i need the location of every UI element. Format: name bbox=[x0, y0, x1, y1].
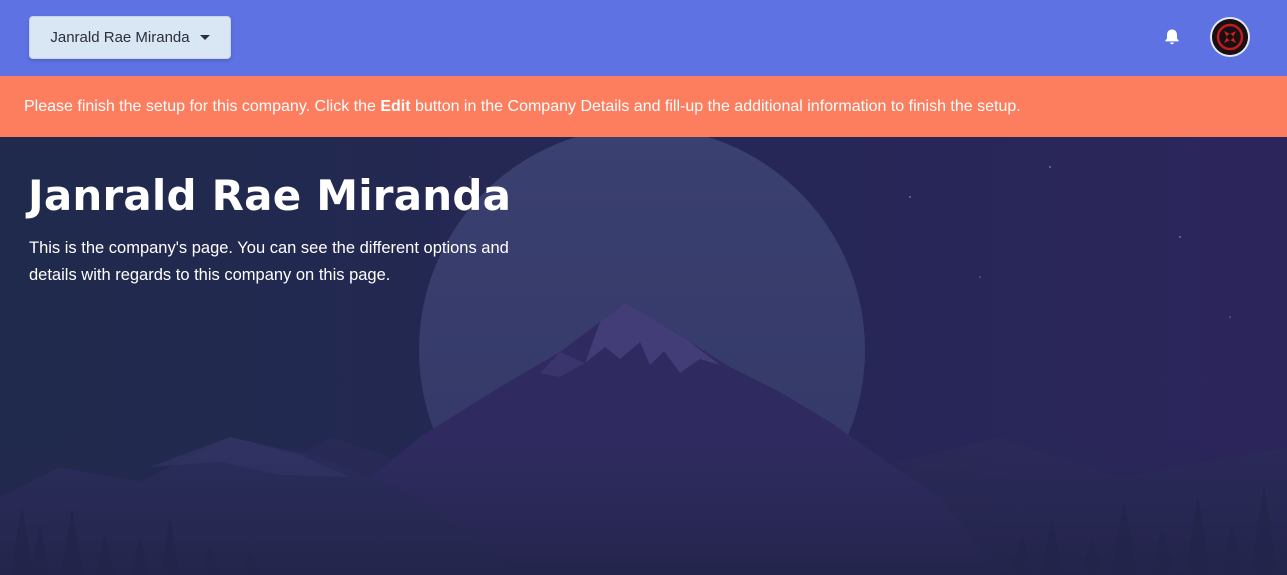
company-page: Janrald Rae Miranda Please finish the se… bbox=[0, 0, 1287, 575]
page-title: Janrald Rae Miranda bbox=[28, 171, 512, 220]
alert-text-before: Please finish the setup for this company… bbox=[24, 97, 376, 115]
page-description: This is the company's page. You can see … bbox=[29, 239, 509, 284]
company-dropdown-label: Janrald Rae Miranda bbox=[50, 29, 190, 46]
company-select-dropdown[interactable]: Janrald Rae Miranda bbox=[29, 16, 231, 59]
bell-icon[interactable] bbox=[1162, 27, 1182, 47]
alert-text-after: button in the Company Details and fill-u… bbox=[415, 97, 1021, 115]
user-avatar[interactable] bbox=[1212, 19, 1248, 55]
setup-alert: Please finish the setup for this company… bbox=[0, 76, 1287, 137]
top-navbar: Janrald Rae Miranda bbox=[0, 0, 1287, 76]
caret-down-icon bbox=[199, 35, 210, 40]
alert-edit-emphasis: Edit bbox=[380, 97, 411, 115]
avatar-icon bbox=[1212, 19, 1248, 55]
